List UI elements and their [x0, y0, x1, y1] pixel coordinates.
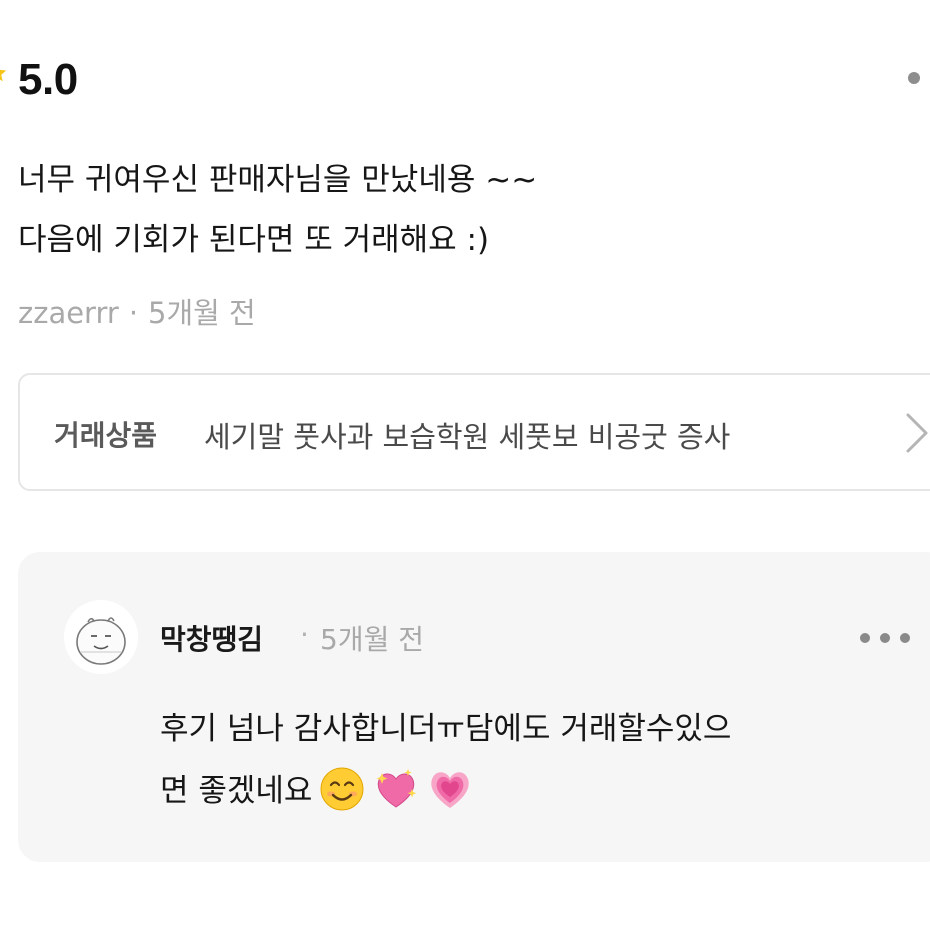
reply-time: 5개월 전 — [320, 623, 424, 656]
seller-reply: 막창땡김 · 5개월 전 후기 넘나 감사합니더ㅠ담에도 거래할수있으 면 좋겠… — [18, 552, 930, 862]
avatar[interactable] — [64, 600, 138, 674]
rating-value: 5.0 — [18, 55, 78, 104]
review-line: 너무 귀여우신 판매자님을 만났네용 ~~ — [18, 162, 538, 198]
more-options-icon[interactable] — [908, 72, 920, 84]
growing-heart-icon — [431, 771, 470, 808]
reply-line: 면 좋겠네요 — [160, 773, 313, 809]
sparkling-heart-icon — [376, 768, 417, 808]
reply-author[interactable]: 막창땡김 — [160, 618, 263, 658]
dot-icon — [900, 633, 910, 643]
review-page: 5.0 너무 귀여우신 판매자님을 만났네용 ~~ 다음에 기회가 된다면 또 … — [0, 0, 930, 930]
review-meta: zzaerrr · 5개월 전 — [18, 290, 256, 332]
reply-text: 후기 넘나 감사합니더ㅠ담에도 거래할수있으 면 좋겠네요 — [160, 698, 930, 822]
reply-line: 후기 넘나 감사합니더ㅠ담에도 거래할수있으 — [160, 711, 732, 747]
traded-product-link[interactable]: 거래상품 세기말 풋사과 보습학원 세풋보 비공굿 증사 — [18, 373, 930, 491]
product-name: 세기말 풋사과 보습학원 세풋보 비공굿 증사 — [204, 420, 731, 454]
dot-icon — [860, 633, 870, 643]
reply-line-with-emojis: 면 좋겠네요 — [160, 760, 930, 822]
review-text: 너무 귀여우신 판매자님을 만났네용 ~~ 다음에 기회가 된다면 또 거래해요… — [18, 150, 908, 270]
dot-icon — [880, 633, 890, 643]
product-label: 거래상품 — [54, 419, 158, 452]
rating-row: 5.0 — [0, 52, 930, 108]
review-line: 다음에 기회가 된다면 또 거래해요 :) — [18, 222, 490, 258]
meta-separator: · — [128, 296, 139, 330]
meta-separator: · — [300, 618, 309, 651]
smiling-face-icon — [320, 767, 364, 810]
star-icon — [0, 69, 7, 82]
chevron-right-icon — [906, 413, 928, 453]
reply-more-options-button[interactable] — [860, 628, 920, 643]
review-author[interactable]: zzaerrr — [18, 296, 119, 330]
avatar-icon — [64, 600, 138, 674]
review-time: 5개월 전 — [148, 296, 256, 330]
